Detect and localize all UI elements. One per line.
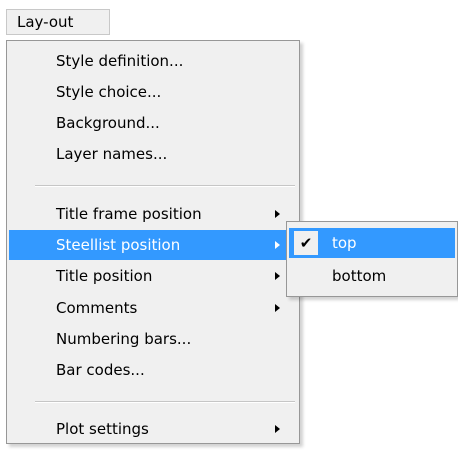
menu-separator — [35, 401, 295, 403]
menu-item-label: Background... — [56, 114, 160, 132]
layout-menu: Style definition... Style choice... Back… — [6, 40, 300, 444]
menu-item-label: Bar codes... — [56, 361, 145, 379]
menu-item-label: Style definition... — [56, 52, 184, 70]
menu-item-title-position[interactable]: Title position — [9, 261, 297, 291]
submenu-arrow-icon — [275, 210, 280, 218]
menu-item-plot-settings[interactable]: Plot settings — [9, 414, 297, 444]
submenu-item-label: bottom — [332, 267, 387, 285]
submenu-item-top[interactable]: ✔ top — [289, 228, 455, 258]
menu-item-title-frame-position[interactable]: Title frame position — [9, 199, 297, 229]
submenu-arrow-icon — [275, 304, 280, 312]
menu-item-label: Title position — [56, 267, 153, 285]
submenu-arrow-icon — [275, 425, 280, 433]
menu-item-label: Title frame position — [56, 205, 202, 223]
menu-item-numbering-bars[interactable]: Numbering bars... — [9, 324, 297, 354]
menu-item-steellist-position[interactable]: Steellist position — [9, 230, 297, 260]
menu-item-label: Numbering bars... — [56, 330, 192, 348]
menu-item-style-definition[interactable]: Style definition... — [9, 46, 297, 76]
menu-item-label: Plot settings — [56, 420, 149, 438]
submenu-arrow-icon — [275, 272, 280, 280]
menu-item-label: Steellist position — [56, 236, 181, 254]
menu-item-style-choice[interactable]: Style choice... — [9, 77, 297, 107]
menu-item-bar-codes[interactable]: Bar codes... — [9, 355, 297, 385]
checkmark-icon: ✔ — [293, 230, 319, 256]
menu-item-label: Layer names... — [56, 145, 168, 163]
submenu-arrow-icon — [275, 241, 280, 249]
menu-item-label: Style choice... — [56, 83, 162, 101]
menu-separator — [35, 185, 295, 187]
steellist-position-submenu: ✔ top bottom — [286, 221, 458, 297]
submenu-item-bottom[interactable]: bottom — [289, 261, 455, 291]
menubar-item-label: Lay-out — [17, 13, 74, 31]
menu-item-background[interactable]: Background... — [9, 108, 297, 138]
menu-item-layer-names[interactable]: Layer names... — [9, 139, 297, 169]
submenu-item-label: top — [332, 234, 357, 252]
menu-item-label: Comments — [56, 299, 138, 317]
menubar-item-layout[interactable]: Lay-out — [6, 9, 110, 35]
menu-item-comments[interactable]: Comments — [9, 293, 297, 323]
